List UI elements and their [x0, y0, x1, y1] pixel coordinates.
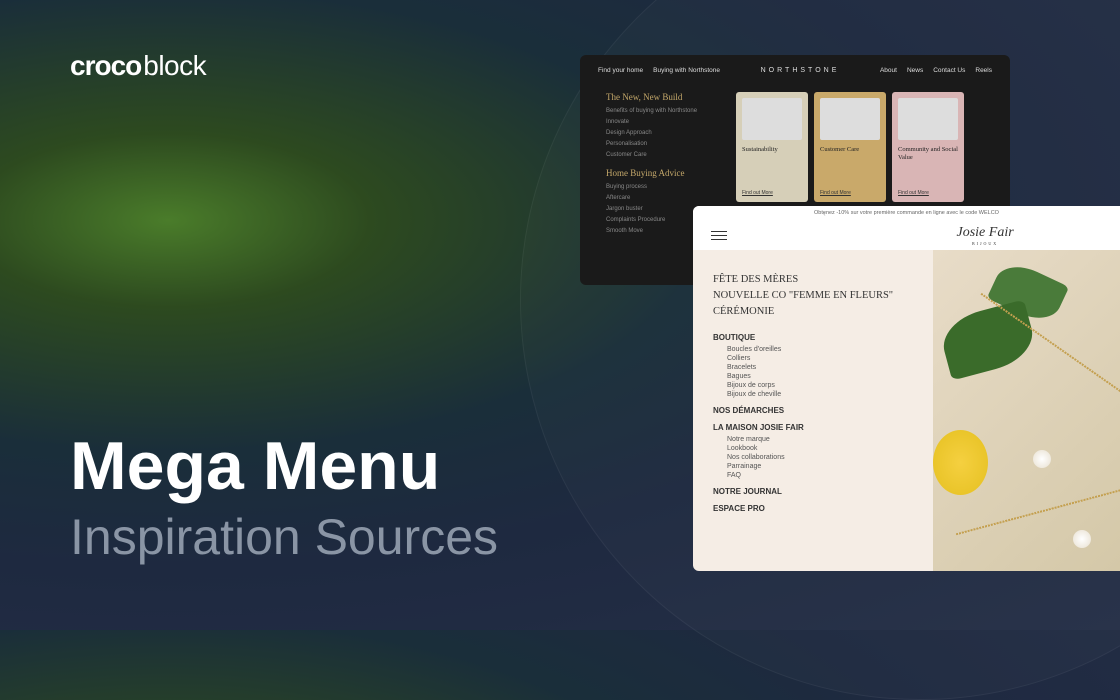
- menu-item[interactable]: Bagues: [727, 373, 913, 380]
- nav-item[interactable]: Reels: [975, 67, 992, 74]
- menu-item[interactable]: Bracelets: [727, 364, 913, 371]
- menu-item[interactable]: Design Approach: [606, 130, 718, 136]
- nav-item[interactable]: About: [880, 67, 897, 74]
- northstone-nav: Find your home Buying with Northstone NO…: [598, 67, 992, 74]
- menu-item[interactable]: Lookbook: [727, 445, 913, 452]
- jewelry-chain: [956, 487, 1120, 536]
- menu-item[interactable]: FAQ: [727, 472, 913, 479]
- brand-subtitle: BIJOUX: [957, 241, 1014, 246]
- card-title: Customer Care: [820, 146, 880, 154]
- menu-item[interactable]: Boucles d'oreilles: [727, 346, 913, 353]
- promo-text: Obtenez -10% sur votre première commande…: [814, 210, 999, 216]
- menu-category[interactable]: BOUTIQUE: [713, 333, 913, 342]
- menu-category[interactable]: ESPACE PRO: [713, 504, 913, 513]
- hamburger-icon[interactable]: [711, 231, 727, 240]
- nav-item[interactable]: Buying with Northstone: [653, 67, 720, 74]
- promo-line[interactable]: FÊTE DES MÈRES: [713, 272, 913, 288]
- promo-line[interactable]: NOUVELLE CO "FEMME EN FLEURS": [713, 288, 913, 304]
- menu-item[interactable]: Innovate: [606, 119, 718, 125]
- card-image: [742, 98, 802, 140]
- menu-item[interactable]: Personalisation: [606, 141, 718, 147]
- chevron-left-icon[interactable]: ‹: [823, 209, 826, 218]
- menu-category[interactable]: NOS DÉMARCHES: [713, 406, 913, 415]
- card-link[interactable]: Find out More: [820, 190, 880, 196]
- feature-card[interactable]: Customer Care Find out More: [814, 92, 886, 202]
- promo-bar: ‹ Obtenez -10% sur votre première comman…: [693, 206, 1120, 220]
- lemon-decoration: [933, 430, 988, 495]
- logo-part2: block: [143, 50, 206, 82]
- menu-item[interactable]: Colliers: [727, 355, 913, 362]
- leaf-decoration: [937, 299, 1039, 380]
- feature-card[interactable]: Sustainability Find out More: [736, 92, 808, 202]
- promo-line[interactable]: CÉRÉMONIE: [713, 304, 913, 320]
- josie-brand: Josie Fair BIJOUX: [957, 225, 1014, 246]
- card-link[interactable]: Find out More: [742, 190, 802, 196]
- nav-item[interactable]: Contact Us: [933, 67, 965, 74]
- menu-section-title: Home Buying Advice: [606, 168, 718, 178]
- josie-header: Josie Fair BIJOUX: [693, 220, 1120, 250]
- headline-title: Mega Menu: [70, 432, 498, 500]
- card-image: [898, 98, 958, 140]
- menu-item[interactable]: Notre marque: [727, 436, 913, 443]
- menu-item[interactable]: Parrainage: [727, 463, 913, 470]
- crocoblock-logo: croco block: [70, 50, 206, 82]
- menu-item[interactable]: Bijoux de corps: [727, 382, 913, 389]
- card-image: [820, 98, 880, 140]
- menu-item[interactable]: Benefits of buying with Northstone: [606, 108, 718, 114]
- card-link[interactable]: Find out More: [898, 190, 958, 196]
- menu-item[interactable]: Nos collaborations: [727, 454, 913, 461]
- pearl-decoration: [1073, 530, 1091, 548]
- josie-preview: ‹ Obtenez -10% sur votre première comman…: [693, 206, 1120, 571]
- headline-subtitle: Inspiration Sources: [70, 510, 498, 565]
- menu-category[interactable]: LA MAISON JOSIE FAIR: [713, 423, 913, 432]
- menu-item[interactable]: Customer Care: [606, 152, 718, 158]
- logo-part1: croco: [70, 50, 141, 82]
- product-image: [933, 250, 1120, 571]
- headline: Mega Menu Inspiration Sources: [70, 432, 498, 565]
- promo-headings: FÊTE DES MÈRES NOUVELLE CO "FEMME EN FLE…: [713, 272, 913, 319]
- northstone-brand: NORTHSTONE: [761, 67, 840, 74]
- josie-menu: FÊTE DES MÈRES NOUVELLE CO "FEMME EN FLE…: [693, 250, 933, 571]
- menu-item[interactable]: Buying process: [606, 184, 718, 190]
- card-title: Community and Social Value: [898, 146, 958, 163]
- card-title: Sustainability: [742, 146, 802, 154]
- menu-item[interactable]: Aftercare: [606, 195, 718, 201]
- feature-card[interactable]: Community and Social Value Find out More: [892, 92, 964, 202]
- nav-item[interactable]: Find your home: [598, 67, 643, 74]
- menu-section-title: The New, New Build: [606, 92, 718, 102]
- pearl-decoration: [1033, 450, 1051, 468]
- menu-category[interactable]: NOTRE JOURNAL: [713, 487, 913, 496]
- nav-item[interactable]: News: [907, 67, 923, 74]
- menu-item[interactable]: Bijoux de cheville: [727, 391, 913, 398]
